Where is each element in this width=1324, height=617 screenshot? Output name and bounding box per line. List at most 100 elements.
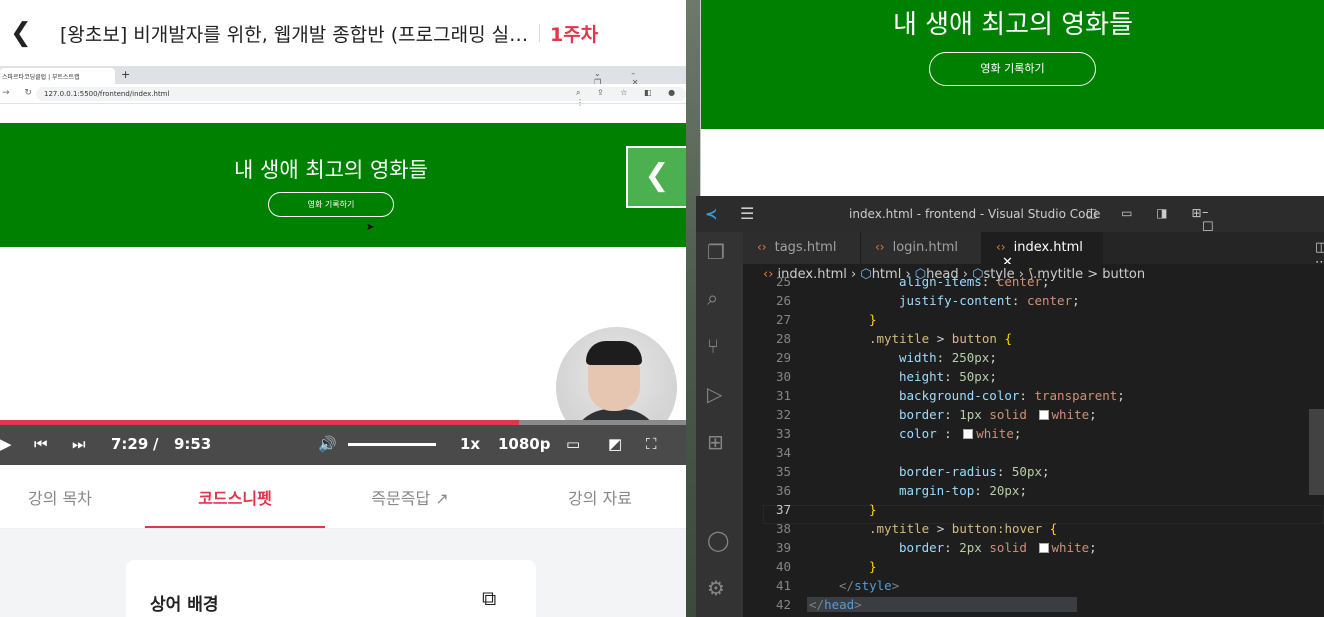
color-swatch-icon[interactable] [963, 429, 974, 439]
site-title: 내 생애 최고의 영화들 [234, 158, 428, 182]
tab-tags-html[interactable]: ‹› tags.html [743, 232, 861, 264]
editor-scrollbar[interactable] [1309, 409, 1324, 495]
search-icon[interactable]: ⌕ [707, 286, 718, 310]
source-control-icon[interactable]: ⑂ [707, 334, 719, 358]
code-line: border-radius: 50px; [899, 464, 1050, 479]
active-tab-indicator [145, 526, 325, 528]
tab-qna[interactable]: 즉문즉답 ↗ [350, 485, 470, 509]
tab-materials[interactable]: 강의 자료 [540, 485, 660, 509]
html-file-icon: ‹› [875, 240, 885, 254]
line-number: 28 [775, 331, 791, 346]
url-text: 127.0.0.1:5500/frontend/index.html [44, 90, 170, 98]
volume-icon[interactable]: 🔊 [318, 435, 337, 453]
code-line: .mytitle > button { [869, 331, 1013, 346]
line-number: 34 [775, 445, 791, 460]
menu-icon[interactable]: ☰ [740, 204, 754, 223]
tab-index-html[interactable]: ‹› index.html ✕ [982, 232, 1103, 270]
breadcrumb-item[interactable]: .mytitle > button [1033, 267, 1145, 282]
code-line: } [869, 312, 877, 327]
code-line: .mytitle > button:hover { [869, 521, 1058, 536]
code-line: } [869, 502, 877, 517]
explorer-icon[interactable]: ❐ [707, 240, 725, 264]
code-line: height: 50px; [899, 369, 997, 384]
editor-tabs: ‹› tags.html ‹› login.html ‹› index.html ✕ … [743, 232, 1324, 270]
layout-icons[interactable]: ◫ ▭ ◨ ⊞ [1086, 206, 1212, 220]
code-line: margin-top: 20px; [899, 483, 1027, 498]
week-label: 1주차 [550, 24, 599, 46]
current-time: 7:29 [111, 435, 149, 453]
site-record-button: 영화 기록하기 [268, 192, 394, 217]
code-editor[interactable]: 25 align-items: center; 26 justify-conte… [743, 274, 1324, 617]
volume-slider[interactable] [348, 443, 436, 446]
code-line: width: 250px; [899, 350, 997, 365]
tab-label: login.html [892, 240, 959, 255]
site-banner [0, 123, 686, 247]
code-line: border: 1px solid white; [899, 407, 1097, 422]
collapse-arrow-button[interactable]: ❮ [626, 146, 686, 208]
line-number: 36 [775, 483, 791, 498]
color-swatch-icon[interactable] [1038, 410, 1049, 420]
speed-button[interactable]: 1x [460, 435, 480, 453]
preview-title: 내 생애 최고의 영화들 [892, 10, 1134, 40]
line-number: 27 [775, 312, 791, 327]
play-icon[interactable]: ▶ [0, 435, 12, 453]
tab-login-html[interactable]: ‹› login.html [861, 232, 982, 264]
run-debug-icon[interactable]: ▷ [707, 382, 722, 406]
line-number: 26 [775, 293, 791, 308]
copy-icon[interactable]: ⧉ [482, 586, 496, 610]
video-player[interactable]: 스파르타코딩클럽 | 부트스트랩 + ⌄ – ❐ ✕ → ↻ 127.0.0.1… [0, 66, 686, 465]
code-line: color : white; [899, 426, 1022, 441]
line-number: 38 [775, 521, 791, 536]
account-icon[interactable]: ◯ [707, 528, 729, 552]
tab-code-snippet[interactable]: 코드스니펫 [145, 485, 325, 509]
vscode-logo-icon: ≺ [705, 205, 718, 223]
mouse-cursor-icon: ➤ [366, 222, 375, 233]
tab-label: tags.html [774, 240, 837, 255]
line-number: 29 [775, 350, 791, 365]
code-line: } [869, 559, 877, 574]
code-line: border: 2px solid white; [899, 540, 1097, 555]
quality-button[interactable]: 1080p [498, 435, 551, 453]
divider [539, 24, 540, 42]
extensions-icon[interactable]: ⊞ [707, 430, 724, 454]
html-file-icon: ‹› [757, 240, 767, 254]
vscode-window: ≺ ☰ index.html - frontend - Visual Studi… [696, 196, 1324, 617]
window-title: index.html - frontend - Visual Studio Co… [849, 207, 1101, 221]
line-number: 37 [775, 502, 791, 517]
line-number: 33 [775, 426, 791, 441]
lecture-tabs: 강의 목차 코드스니펫 즉문즉답 ↗ 강의 자료 [0, 465, 686, 529]
fullscreen-icon[interactable]: ⛶ [646, 435, 657, 453]
lecture-header: ❮ [왕초보] 비개발자를 위한, 웹개발 종합반 (프로그래밍 실무... 1… [0, 0, 686, 66]
duration: 9:53 [174, 435, 212, 453]
browser-tab-bar: 스파르타코딩클럽 | 부트스트랩 + ⌄ – ❐ ✕ [0, 66, 686, 87]
line-number: 41 [775, 578, 791, 593]
line-number: 39 [775, 540, 791, 555]
color-swatch-icon[interactable] [1038, 543, 1049, 553]
browser-toolbar-icons: ⌕ ⇪ ☆ ◧ ● ⋮ [576, 88, 683, 107]
instructor-hair [586, 341, 642, 365]
line-number: 25 [775, 274, 791, 289]
lecture-pane: ❮ [왕초보] 비개발자를 위한, 웹개발 종합반 (프로그래밍 실무... 1… [0, 0, 686, 617]
captions-icon[interactable]: ▭ [566, 435, 580, 453]
previous-icon[interactable]: ⏮ [34, 435, 48, 453]
snippet-card: 상어 배경 ⧉ [126, 560, 536, 617]
code-line: background-color: transparent; [899, 388, 1125, 403]
code-line: justify-content: center; [899, 293, 1080, 308]
tab-qna-label: 즉문즉답 [371, 489, 431, 508]
snippet-title: 상어 배경 [150, 595, 219, 615]
back-arrow-icon[interactable]: ❮ [10, 18, 40, 48]
browser-tab: 스파르타코딩클럽 | 부트스트랩 [0, 68, 115, 84]
line-number: 40 [775, 559, 791, 574]
picture-in-picture-icon[interactable]: ◩ [608, 435, 622, 453]
tab-toc[interactable]: 강의 목차 [0, 485, 120, 509]
next-icon[interactable]: ⏭ [72, 435, 86, 453]
line-number: 35 [775, 464, 791, 479]
activity-bar: ❐ ⌕ ⑂ ▷ ⊞ ◯ ⚙ [696, 232, 743, 617]
html-file-icon: ‹› [996, 240, 1006, 254]
time-separator: / [153, 435, 159, 453]
settings-gear-icon[interactable]: ⚙ [707, 576, 725, 600]
line-number: 31 [775, 388, 791, 403]
preview-record-button[interactable]: 영화 기록하기 [929, 52, 1096, 86]
code-line: </head> [807, 597, 1077, 612]
browser-nav-icon: → ↻ [2, 88, 38, 98]
